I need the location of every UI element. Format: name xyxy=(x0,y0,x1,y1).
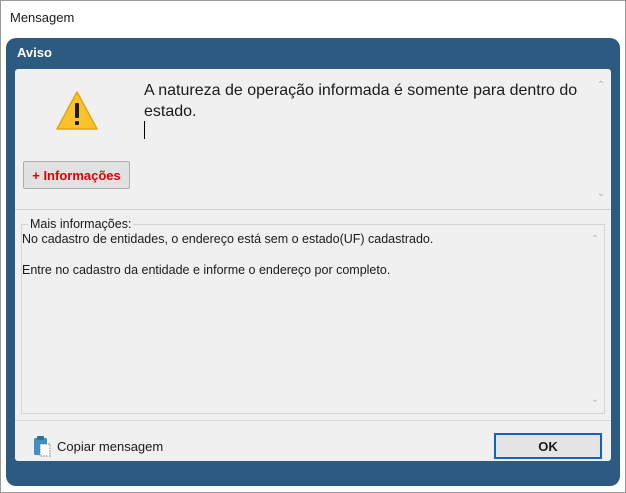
more-info-button[interactable]: + Informações xyxy=(23,161,130,189)
ok-button[interactable]: OK xyxy=(494,433,602,459)
clipboard-icon xyxy=(34,436,51,457)
warning-message: A natureza de operação informada é somen… xyxy=(144,82,578,120)
scroll-up-icon[interactable]: ⌃ xyxy=(588,233,602,247)
warning-icon xyxy=(56,91,98,130)
title-bar[interactable]: Mensagem xyxy=(1,1,625,33)
warning-dialog: Aviso A natureza de operação informada é… xyxy=(6,38,620,486)
copy-message-button[interactable]: Copiar mensagem xyxy=(32,433,163,459)
details-text: No cadastro de entidades, o endereço est… xyxy=(22,231,582,293)
details-scrollbar[interactable]: ⌃ ⌄ xyxy=(588,231,602,411)
details-groupbox: Mais informações: No cadastro de entidad… xyxy=(21,217,605,414)
message-scrollbar[interactable]: ⌃ ⌄ xyxy=(594,75,608,203)
copy-message-label: Copiar mensagem xyxy=(57,438,164,454)
message-area: A natureza de operação informada é somen… xyxy=(15,69,611,208)
details-line: Entre no cadastro da entidade e informe … xyxy=(22,263,391,277)
dialog-panel: A natureza de operação informada é somen… xyxy=(15,69,611,461)
text-caret xyxy=(144,121,145,139)
footer-divider xyxy=(15,420,611,421)
details-legend: Mais informações: xyxy=(28,217,134,231)
window-title: Mensagem xyxy=(10,10,75,25)
scroll-down-icon[interactable]: ⌄ xyxy=(588,393,602,407)
scroll-down-icon[interactable]: ⌄ xyxy=(594,187,608,201)
dialog-header: Aviso xyxy=(17,45,52,60)
details-line: No cadastro de entidades, o endereço est… xyxy=(22,232,434,246)
section-divider xyxy=(15,209,611,210)
message-window: Mensagem Aviso A natureza de operação in… xyxy=(0,0,626,493)
scroll-up-icon[interactable]: ⌃ xyxy=(594,79,608,93)
